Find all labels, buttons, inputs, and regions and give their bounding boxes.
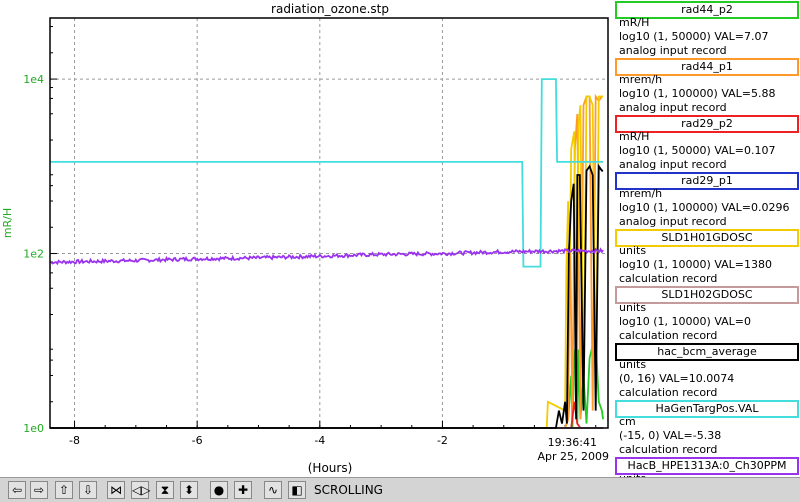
- legend-entry[interactable]: rad29_p2 mR/H log10 (1, 50000) VAL=0.107 an…: [610, 115, 800, 172]
- end-time-label: 19:36:41: [548, 436, 597, 449]
- legend-entry-range: (0, 16) VAL=10.0074: [619, 372, 735, 385]
- legend-entry-unit: mrem/h: [619, 187, 663, 200]
- legend-entry-range: log10 (1, 50000) VAL=7.07: [619, 30, 769, 43]
- grid-lines: [50, 18, 608, 429]
- legend-entry-type: calculation record: [619, 329, 718, 342]
- legend-entry[interactable]: HacB_HPE1313A:0_Ch30PPMunits(0, 0.06) VA…: [610, 457, 800, 477]
- y-tick-label: 1e4: [23, 73, 44, 86]
- legend-entry[interactable]: SLD1H02GDOSC units log10 (1, 10000) VAL=0 c…: [610, 286, 800, 343]
- legend-entry-unit: mrem/h: [619, 73, 663, 86]
- reset-button[interactable]: ●: [210, 481, 228, 499]
- legend-entry-range: log10 (1, 100000) VAL=0.0296: [619, 201, 790, 214]
- y-tick-label: 1e2: [23, 248, 44, 261]
- legend-entry-type: analog input record: [619, 215, 727, 228]
- zoom-out-vertical-button[interactable]: ⬍: [180, 481, 198, 499]
- legend-entry-unit: units: [619, 301, 647, 314]
- legend-entry-unit: units: [619, 358, 647, 371]
- x-tick-label: -8: [69, 434, 80, 447]
- legend-entry[interactable]: SLD1H01GDOSC units log10 (1, 10000) VAL=13…: [610, 229, 800, 286]
- legend-entry-unit: units: [619, 244, 647, 257]
- legend-entry-type: analog input record: [619, 158, 727, 171]
- legend-entry[interactable]: hac_bcm_average units (0, 16) VAL=10.0074 c…: [610, 343, 800, 400]
- zoom-out-horizontal-button[interactable]: ◁▷: [131, 481, 150, 499]
- legend-entry-range: log10 (1, 100000) VAL=5.88: [619, 87, 776, 100]
- end-date-label: Apr 25, 2009: [537, 450, 609, 463]
- pan-right-button[interactable]: ⇨: [30, 481, 48, 499]
- y-axis-label: mR/H: [1, 208, 14, 238]
- zoom-in-horizontal-button[interactable]: ⋈: [107, 481, 125, 499]
- series-line-7: [50, 78, 604, 268]
- legend-entry[interactable]: rad44_p1 mrem/h log10 (1, 100000) VAL=5.88…: [610, 58, 800, 115]
- x-axis: -8 -6 -4 -2: [69, 421, 597, 447]
- zoom-in-vertical-button[interactable]: ⧗: [156, 481, 174, 499]
- pan-left-button[interactable]: ⇦: [8, 481, 26, 499]
- status-text: SCROLLING: [314, 483, 383, 497]
- zoom-button[interactable]: ✚: [234, 481, 252, 499]
- series-line-2: [50, 401, 582, 429]
- series-line-4: [50, 95, 604, 429]
- pan-up-button[interactable]: ⇧: [55, 481, 73, 499]
- toolbar: SCROLLING ⇦ ⇨ ⇧ ⇩ ⋈ ◁▷ ⧗ ⬍ ● ✚ ∿ ◧: [0, 477, 800, 502]
- chart-area[interactable]: radiation_ozone.stp 1e0 1e2 1e4 -8 -6 -4 -2 m…: [0, 0, 610, 477]
- legend-entry-type: analog input record: [619, 101, 727, 114]
- scroll-button[interactable]: ◧: [288, 481, 306, 499]
- legend-entry-unit: cm: [619, 415, 636, 428]
- legend-entry-range: (-15, 0) VAL=-5.38: [619, 429, 722, 442]
- legend-entry-name: HaGenTargPos.VAL: [615, 400, 799, 418]
- legend-entry[interactable]: HaGenTargPos.VAL cm (-15, 0) VAL=-5.38 calc…: [610, 400, 800, 457]
- series-line-8: [49, 247, 604, 266]
- y-axis: 1e0 1e2 1e4: [23, 26, 57, 435]
- legend-entry-unit: mR/H: [619, 130, 650, 143]
- legend-entry-type: calculation record: [619, 443, 718, 456]
- legend-entry-range: log10 (1, 10000) VAL=1380: [619, 258, 773, 271]
- chart-title: radiation_ozone.stp: [271, 2, 389, 16]
- series-line-6: [50, 163, 604, 429]
- x-axis-label: (Hours): [308, 461, 353, 475]
- legend-entry-type: calculation record: [619, 272, 718, 285]
- legend-entry[interactable]: rad29_p1 mrem/h log10 (1, 100000) VAL=0.02…: [610, 172, 800, 229]
- wave-button[interactable]: ∿: [264, 481, 282, 499]
- legend-entry-range: log10 (1, 50000) VAL=0.107: [619, 144, 776, 157]
- y-tick-label: 1e0: [23, 422, 44, 435]
- x-tick-label: -4: [314, 434, 325, 447]
- legend-entry-type: analog input record: [619, 44, 727, 57]
- legend: rad44_p2 mR/H log10 (1, 50000) VAL=7.07 ana…: [610, 0, 800, 477]
- legend-entry-unit: mR/H: [619, 16, 650, 29]
- pan-down-button[interactable]: ⇩: [79, 481, 97, 499]
- series-line-1: [50, 93, 604, 429]
- series-line-0: [50, 338, 604, 429]
- legend-entry-range: log10 (1, 10000) VAL=0: [619, 315, 752, 328]
- legend-entry-type: calculation record: [619, 386, 718, 399]
- x-tick-label: -6: [192, 434, 203, 447]
- legend-entry[interactable]: rad44_p2 mR/H log10 (1, 50000) VAL=7.07 ana…: [610, 1, 800, 58]
- x-tick-label: -2: [437, 434, 448, 447]
